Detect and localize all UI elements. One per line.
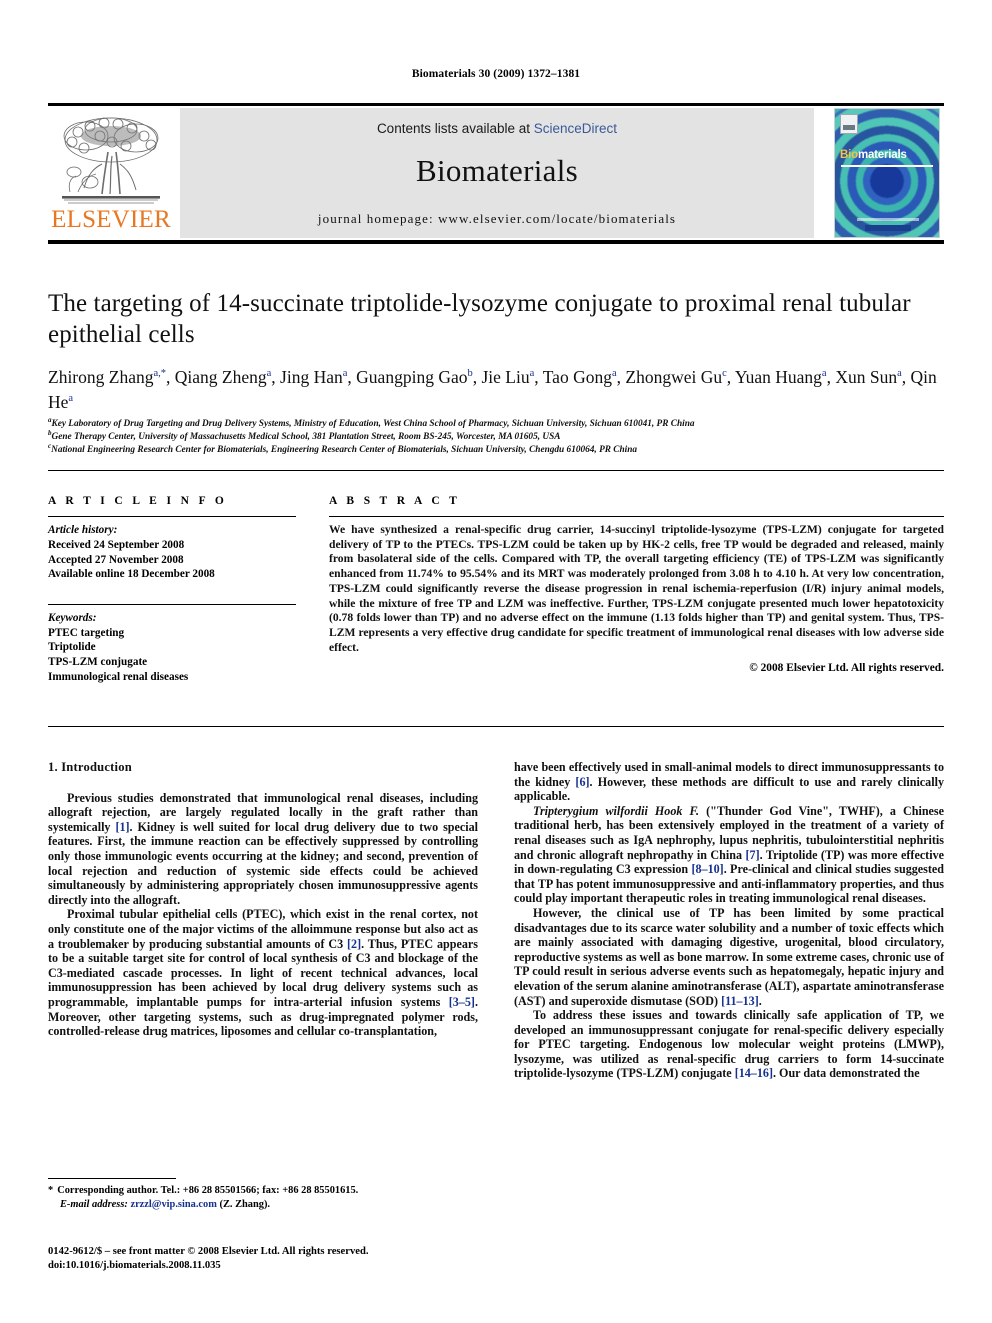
introduction-heading: 1. Introduction	[48, 760, 132, 774]
affiliation-item: cNational Engineering Research Center fo…	[48, 443, 938, 457]
abstract-heading: A B S T R A C T	[329, 495, 461, 507]
article-info-divider	[48, 516, 296, 517]
author-list: Zhirong Zhanga,*, Qiang Zhenga, Jing Han…	[48, 367, 937, 412]
author-name: Jie Liu	[481, 367, 530, 387]
keyword-item: PTEC targeting	[48, 626, 125, 639]
contents-available-line: Contents lists available at ScienceDirec…	[180, 121, 814, 136]
cover-footer-block	[865, 225, 911, 231]
cover-title-part2: materials	[857, 149, 907, 161]
author-name: Guangping Gao	[356, 367, 468, 387]
keyword-item: TPS-LZM conjugate	[48, 655, 148, 668]
citation-ref[interactable]: [2]	[347, 937, 361, 951]
author-name: Tao Gong	[542, 367, 612, 387]
elsevier-tree-icon	[56, 112, 166, 208]
author-name: Zhirong Zhang	[48, 367, 154, 387]
affiliation-text: National Engineering Research Center for…	[51, 445, 638, 456]
article-title: The targeting of 14-succinate triptolide…	[48, 290, 911, 348]
citation-ref[interactable]: [1]	[115, 820, 129, 834]
body-paragraph: have been effectively used in small-anim…	[514, 760, 944, 804]
author-name: Zhongwei Gu	[625, 367, 723, 387]
body-column-right: have been effectively used in small-anim…	[514, 760, 944, 1081]
author-affiliation-marker: a	[821, 368, 827, 380]
body-paragraph: To address these issues and towards clin…	[514, 1008, 944, 1081]
email-label: E-mail address:	[60, 1198, 128, 1210]
paper-page: Biomaterials 30 (2009) 1372–1381 ELSEVIE…	[0, 0, 992, 1323]
author-affiliation-marker: c	[722, 368, 727, 380]
article-info-abstract-block: A R T I C L E I N F O Article history: R…	[48, 470, 944, 727]
body-paragraph: Tripterygium wilfordii Hook F. ("Thunder…	[514, 803, 945, 906]
citation-ref[interactable]: [3–5]	[449, 995, 475, 1009]
journal-title: Biomaterials	[415, 153, 578, 188]
abstract-text: We have synthesized a renal-specific dru…	[329, 523, 944, 654]
author-affiliation-marker: a	[529, 368, 535, 380]
article-history-label: Article history:	[48, 524, 118, 536]
sciencedirect-link[interactable]: ScienceDirect	[534, 121, 617, 136]
corresponding-author-footnote: * Corresponding author. Tel.: +86 28 8550…	[48, 1184, 478, 1211]
cover-footer-line	[857, 218, 919, 221]
citation-ref[interactable]: [14–16]	[735, 1066, 773, 1080]
contents-prefix: Contents lists available at	[376, 121, 534, 136]
affiliation-text: Gene Therapy Center, University of Massa…	[51, 432, 561, 443]
keyword-item: Triptolide	[48, 641, 96, 654]
affiliation-item: aKey Laboratory of Drug Targeting and Dr…	[48, 416, 938, 431]
body-paragraph: However, the clinical use of TP has been…	[514, 905, 944, 1008]
journal-band: Contents lists available at ScienceDirec…	[180, 108, 814, 238]
article-info-heading: A R T I C L E I N F O	[48, 495, 228, 507]
footnote-divider	[48, 1178, 176, 1179]
page-footer: 0142-9612/$ – see front matter © 2008 El…	[48, 1245, 548, 1273]
author-name: Qiang Zheng	[174, 367, 267, 387]
citation-ref[interactable]: [8–10]	[691, 862, 723, 876]
footer-doi: doi:10.1016/j.biomaterials.2008.11.035	[48, 1260, 221, 1271]
cover-publisher-badge-icon	[840, 114, 858, 134]
article-history-accepted: Accepted 27 November 2008	[48, 553, 184, 566]
body-column-left: 1. Introduction Previous studies demonst…	[48, 760, 478, 1039]
article-history-online: Available online 18 December 2008	[48, 568, 215, 581]
affiliation-list: aKey Laboratory of Drug Targeting and Dr…	[48, 416, 938, 458]
keywords-label: Keywords:	[48, 611, 97, 624]
citation-ref[interactable]: [6]	[575, 775, 589, 789]
footer-front-matter: 0142-9612/$ – see front matter © 2008 El…	[48, 1246, 369, 1257]
body-paragraph: Previous studies demonstrated that immun…	[48, 790, 479, 907]
citation-ref[interactable]: [7]	[746, 848, 760, 862]
affiliation-text: Key Laboratory of Drug Targeting and Dru…	[51, 419, 695, 429]
keyword-item: Immunological renal diseases	[48, 670, 189, 683]
journal-cover-thumbnail: Biomaterials	[834, 108, 940, 238]
elsevier-wordmark: ELSEVIER	[51, 206, 171, 233]
body-paragraph: Proximal tubular epithelial cells (PTEC)…	[48, 907, 478, 1039]
abstract-column: A B S T R A C T We have synthesized a re…	[329, 495, 944, 674]
journal-homepage-line[interactable]: journal homepage: www.elsevier.com/locat…	[180, 211, 814, 227]
author-name: Yuan Huang	[734, 367, 822, 387]
author-affiliation-marker: a	[342, 368, 348, 380]
author-affiliation-marker: a	[611, 368, 617, 380]
author-affiliation-marker: a,*	[153, 368, 167, 380]
abstract-copyright: © 2008 Elsevier Ltd. All rights reserved…	[749, 662, 944, 675]
cover-journal-title: Biomaterials	[840, 149, 907, 161]
keywords-divider	[48, 603, 296, 605]
abstract-divider	[329, 516, 944, 517]
email-suffix: (Z. Zhang).	[219, 1198, 271, 1210]
author-affiliation-marker: b	[467, 368, 473, 380]
author-name: Jing Han	[280, 367, 343, 387]
cover-title-part1: Bio	[840, 149, 858, 161]
affiliation-item: bGene Therapy Center, University of Mass…	[48, 430, 938, 444]
journal-masthead: ELSEVIER Contents lists available at Sci…	[48, 103, 944, 244]
elsevier-logo: ELSEVIER	[50, 110, 172, 236]
footnote-corresponding-text: Corresponding author. Tel.: +86 28 85501…	[57, 1185, 359, 1196]
article-history-received: Received 24 September 2008	[48, 539, 185, 551]
article-info-column: A R T I C L E I N F O Article history: R…	[48, 495, 296, 684]
running-head: Biomaterials 30 (2009) 1372–1381	[411, 68, 581, 80]
author-affiliation-marker: a	[897, 368, 902, 380]
citation-ref[interactable]: [11–13]	[721, 994, 759, 1008]
author-affiliation-marker: a	[68, 393, 74, 405]
footnote-marker: *	[48, 1185, 54, 1196]
author-name: Xun Sun	[835, 367, 898, 387]
species-name: Tripterygium wilfordii Hook F.	[533, 803, 700, 818]
email-link[interactable]: zrzzl@vip.sina.com	[130, 1199, 216, 1210]
cover-title-rule	[841, 165, 933, 167]
author-affiliation-marker: a	[266, 368, 272, 380]
